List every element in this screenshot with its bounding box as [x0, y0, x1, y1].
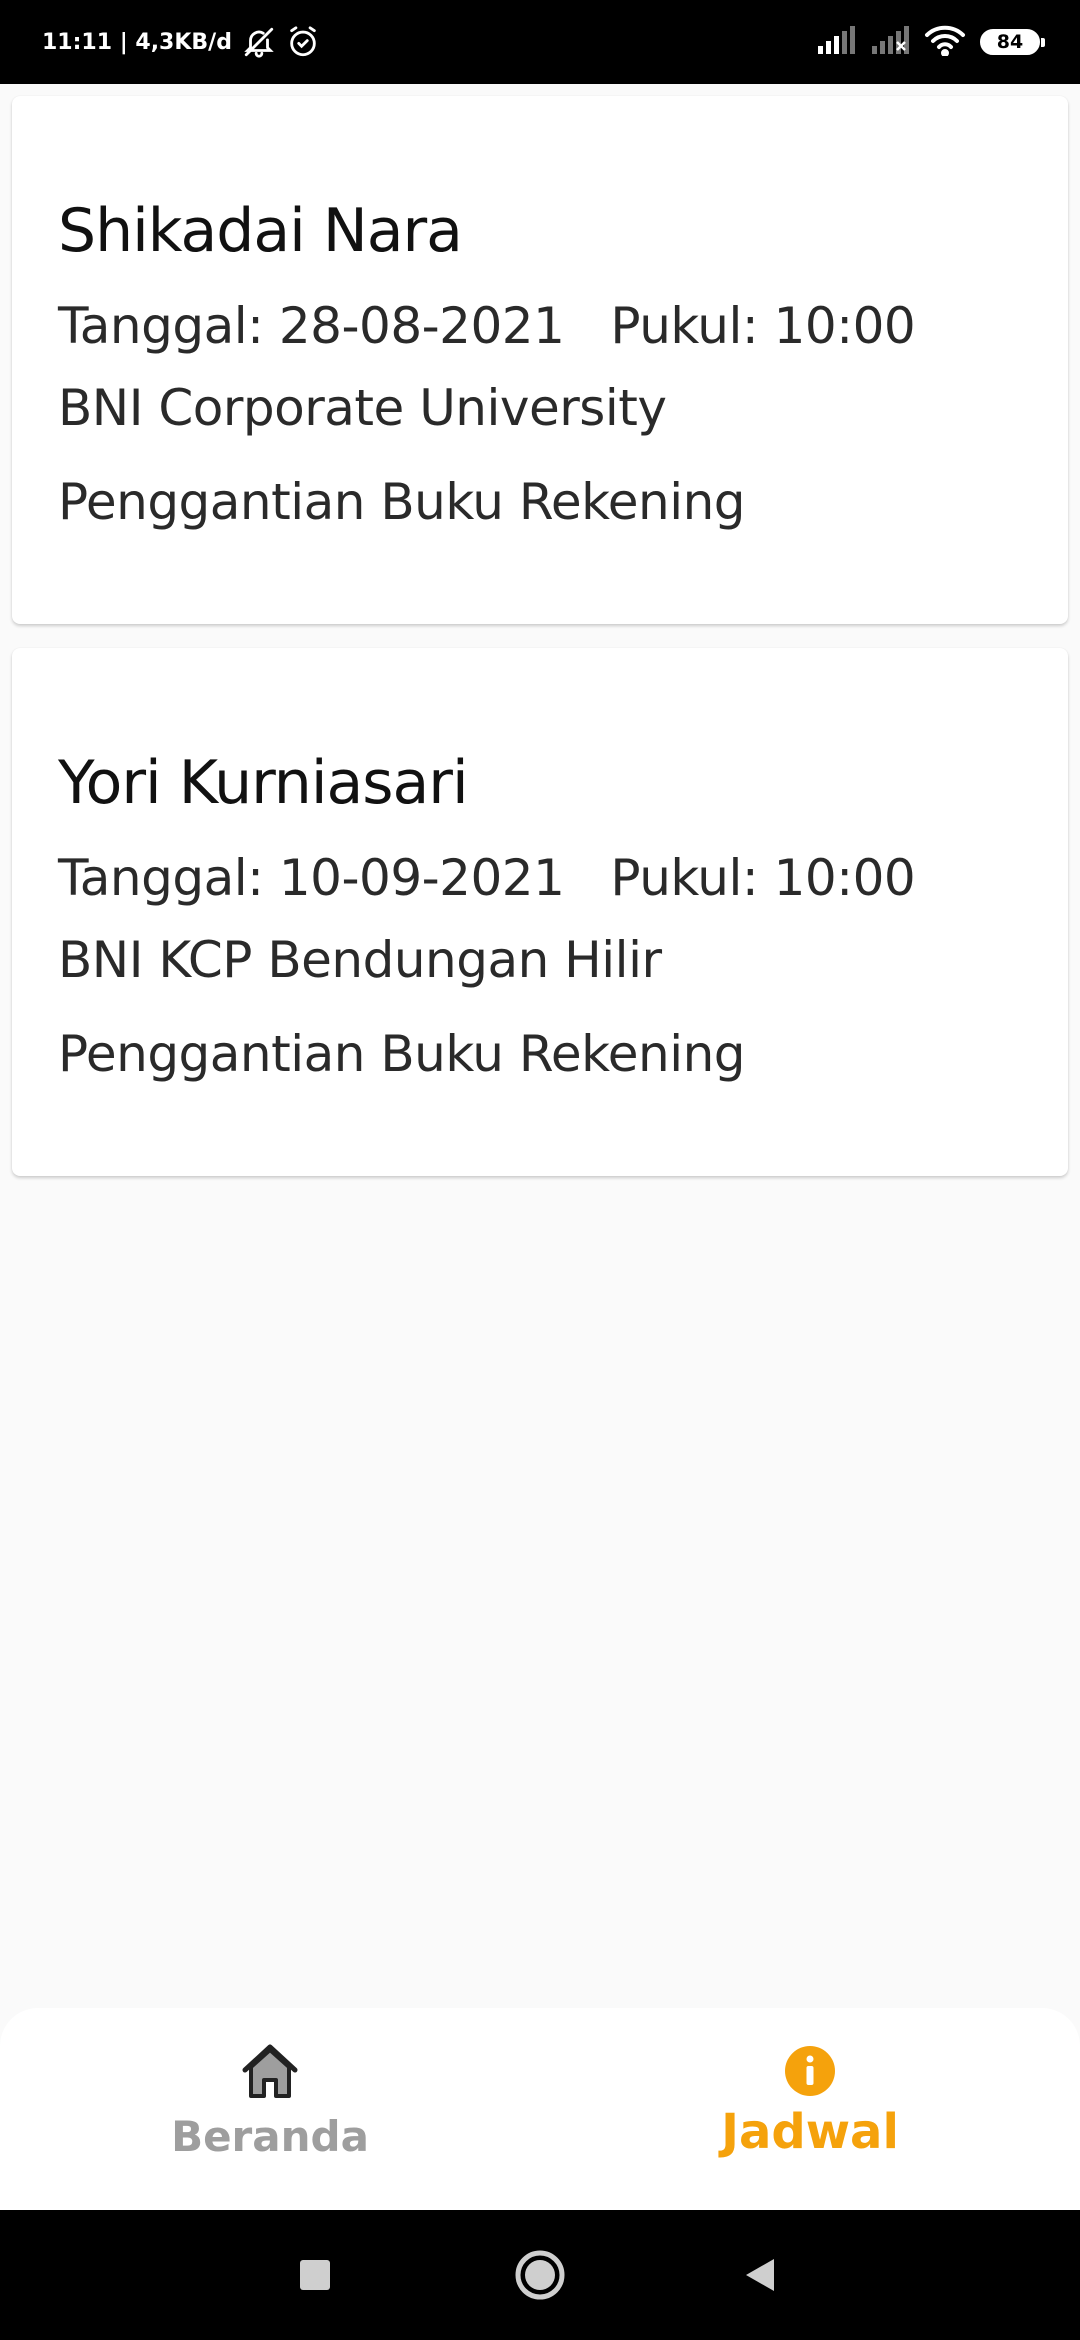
network-speed: 4,3KB/d — [135, 29, 232, 55]
recent-apps-icon[interactable] — [255, 2210, 375, 2340]
battery-icon: 84 — [980, 29, 1045, 55]
back-icon[interactable] — [700, 2210, 820, 2340]
appointment-card[interactable]: Shikadai Nara Tanggal: 28-08-2021 Pukul:… — [12, 96, 1068, 624]
nav-label-jadwal: Jadwal — [721, 2104, 899, 2160]
appointment-datetime: Tanggal: 10-09-2021 Pukul: 10:00 — [58, 842, 1068, 914]
appointment-location: BNI Corporate University — [58, 379, 667, 437]
signal-icon — [816, 25, 856, 59]
alarm-icon — [286, 25, 320, 59]
status-right: 84 — [816, 0, 1045, 84]
bell-off-icon — [242, 25, 276, 59]
appointment-card[interactable]: Yori Kurniasari Tanggal: 10-09-2021 Puku… — [12, 648, 1068, 1176]
appointment-datetime: Tanggal: 28-08-2021 Pukul: 10:00 — [58, 290, 1068, 362]
appointment-time: Pukul: 10:00 — [610, 849, 916, 907]
nav-item-jadwal[interactable]: Jadwal — [540, 2008, 1080, 2210]
status-left: 11:11 | 4,3KB/d — [42, 0, 320, 84]
signal-x-icon — [870, 25, 910, 59]
appointment-list: Shikadai Nara Tanggal: 28-08-2021 Pukul:… — [12, 96, 1068, 1200]
appointment-date: Tanggal: 28-08-2021 — [58, 297, 565, 355]
appointment-service: Penggantian Buku Rekening — [58, 473, 746, 531]
info-icon — [783, 2040, 837, 2102]
home-icon — [239, 2040, 301, 2102]
battery-level: 84 — [996, 31, 1024, 53]
status-time: 11:11 — [42, 29, 113, 55]
appointment-location: BNI KCP Bendungan Hilir — [58, 931, 662, 989]
bottom-navigation: Beranda Jadwal — [0, 2008, 1080, 2210]
appointment-name: Shikadai Nara — [58, 196, 463, 266]
status-bar: 11:11 | 4,3KB/d 84 — [0, 0, 1080, 84]
appointment-time: Pukul: 10:00 — [610, 297, 916, 355]
nav-item-beranda[interactable]: Beranda — [0, 2008, 540, 2210]
wifi-icon — [924, 24, 966, 61]
nav-label-beranda: Beranda — [171, 2112, 369, 2161]
system-navigation-bar — [0, 2210, 1080, 2340]
appointment-date: Tanggal: 10-09-2021 — [58, 849, 565, 907]
appointment-service: Penggantian Buku Rekening — [58, 1025, 746, 1083]
home-circle-icon[interactable] — [480, 2210, 600, 2340]
appointment-name: Yori Kurniasari — [58, 748, 469, 818]
